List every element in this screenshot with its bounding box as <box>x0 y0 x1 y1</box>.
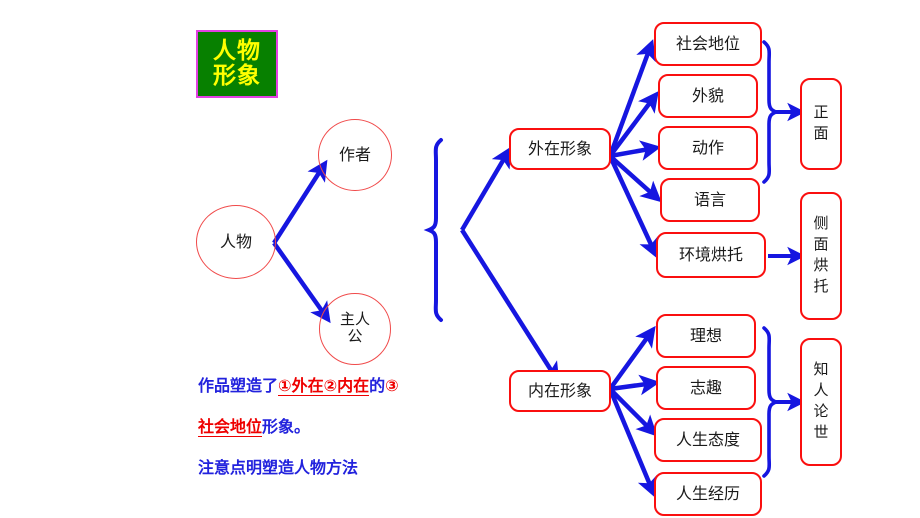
annotation-line-1: 作品塑造了①外在②内在的③ <box>198 377 399 397</box>
annotation-line1-seg3: 的 <box>369 378 386 395</box>
annotation-line2-seg2: 形象。 <box>262 419 311 436</box>
annotation-block: 作品塑造了①外在②内在的③ 社会地位形象。 注意点明塑造人物方法 <box>0 0 920 518</box>
annotation-line1-seg1: 作品塑造了 <box>198 378 279 395</box>
annotation-line-3: 注意点明塑造人物方法 <box>198 459 358 479</box>
annotation-line1-seg4: ③ <box>385 378 399 395</box>
annotation-line3-seg1: 注意点明塑造人物方法 <box>198 460 359 477</box>
annotation-line2-seg1: 社会地位 <box>198 419 263 437</box>
annotation-line1-seg2: ①外在②内在 <box>278 378 370 396</box>
annotation-line-2: 社会地位形象。 <box>198 418 310 438</box>
